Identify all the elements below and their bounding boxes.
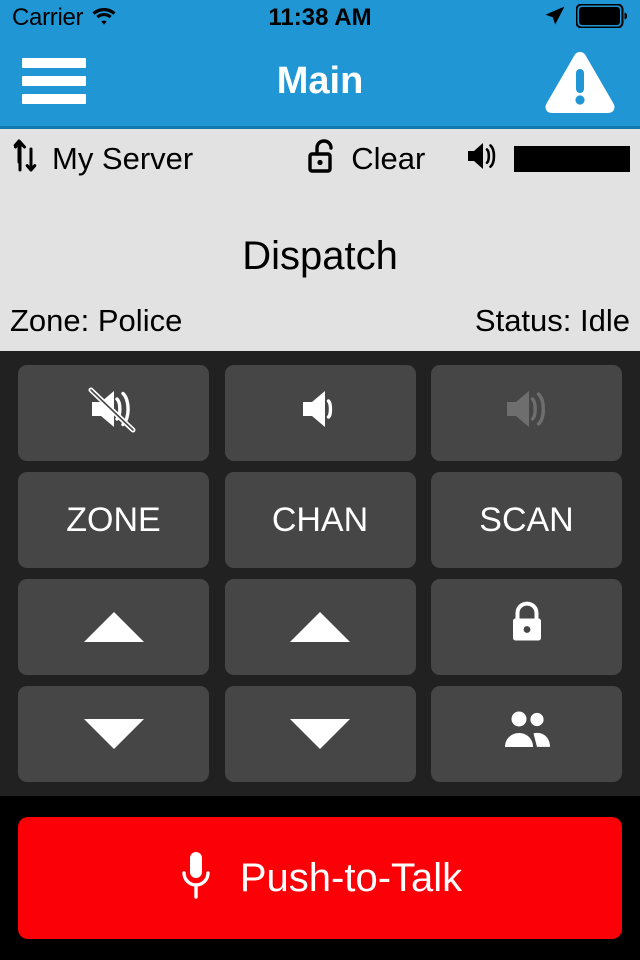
push-to-talk-button[interactable]: Push-to-Talk	[18, 817, 622, 939]
control-keypad: ZONE CHAN SCAN	[0, 351, 640, 796]
contacts-button[interactable]	[431, 686, 622, 782]
volume-indicator[interactable]	[464, 139, 640, 178]
speaker-icon	[464, 139, 500, 178]
people-group-icon	[499, 709, 555, 760]
warning-triangle-icon[interactable]	[542, 49, 618, 113]
zone-up-button[interactable]	[18, 579, 209, 675]
keypad-row-up	[18, 579, 622, 675]
server-name-label: My Server	[52, 140, 194, 176]
keypad-row-volume	[18, 365, 622, 461]
speaker-mute-icon	[86, 384, 142, 443]
hamburger-bar	[22, 76, 86, 86]
zone-down-button[interactable]	[18, 686, 209, 782]
status-bar-left: Carrier	[12, 4, 117, 32]
encryption-label: Clear	[351, 140, 426, 176]
carrier-label: Carrier	[12, 4, 84, 31]
scan-button[interactable]: SCAN	[431, 472, 622, 568]
unlocked-padlock-icon	[307, 137, 339, 180]
triangle-down-icon	[83, 719, 144, 749]
navigation-bar: Main	[0, 36, 640, 126]
hamburger-menu-icon[interactable]	[22, 58, 86, 104]
mute-button[interactable]	[18, 365, 209, 461]
status-bar: Carrier 11:38 AM	[0, 0, 640, 36]
keypad-row-down	[18, 686, 622, 782]
volume-level-bar[interactable]	[514, 145, 630, 172]
status-toolbar: My Server Clear	[0, 126, 640, 188]
zone-button-label: ZONE	[66, 500, 161, 539]
app-root: Carrier 11:38 AM Main My Server Clear Di…	[0, 0, 640, 960]
microphone-icon	[178, 849, 214, 908]
speaker-high-icon	[501, 384, 553, 443]
triangle-up-icon	[83, 612, 144, 642]
triangle-up-icon	[290, 612, 350, 642]
location-arrow-icon	[543, 4, 567, 33]
triangle-down-icon	[290, 719, 350, 749]
battery-full-icon	[575, 3, 628, 33]
server-status-item[interactable]: My Server	[0, 138, 193, 179]
scan-button-label: SCAN	[479, 500, 574, 539]
keypad-row-selectors: ZONE CHAN SCAN	[18, 472, 622, 568]
volume-up-button[interactable]	[431, 365, 622, 461]
chan-button[interactable]: CHAN	[224, 472, 416, 568]
volume-down-button[interactable]	[224, 365, 416, 461]
chan-button-label: CHAN	[271, 500, 369, 539]
hamburger-bar	[22, 58, 86, 68]
speaker-low-icon	[297, 384, 343, 443]
zone-label: Zone: Police	[10, 303, 183, 338]
status-bar-right	[543, 3, 628, 33]
channel-meta-row: Zone: Police Status: Idle	[0, 303, 640, 339]
channel-info-panel: Dispatch Zone: Police Status: Idle	[0, 188, 640, 351]
transfer-up-down-icon	[12, 138, 40, 179]
chan-up-button[interactable]	[224, 579, 416, 675]
zone-button[interactable]: ZONE	[18, 472, 209, 568]
hamburger-bar	[22, 94, 86, 104]
chan-down-button[interactable]	[224, 686, 416, 782]
encryption-status-item[interactable]: Clear	[307, 137, 425, 180]
push-to-talk-label: Push-to-Talk	[239, 855, 463, 900]
channel-name-label: Dispatch	[242, 234, 398, 278]
wifi-icon	[91, 6, 117, 31]
lock-button[interactable]	[431, 579, 622, 675]
locked-padlock-icon	[507, 600, 547, 655]
ptt-area: Push-to-Talk	[0, 796, 640, 960]
status-label: Status: Idle	[474, 303, 630, 338]
